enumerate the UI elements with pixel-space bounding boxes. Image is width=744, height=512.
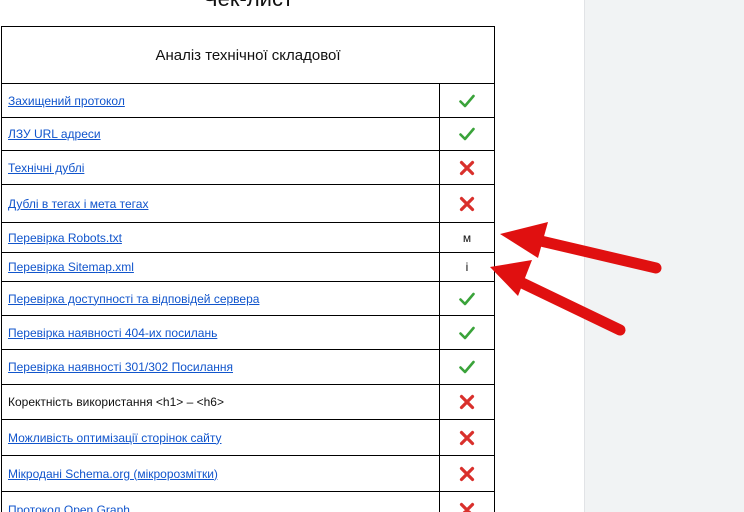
- document-page: Чек-лист Аналіз технічної складової Захи…: [0, 0, 744, 512]
- status-cell: [439, 150, 495, 185]
- checklist-item-link[interactable]: ЛЗУ URL адреси: [8, 127, 101, 141]
- table-row: Коректність використання <h1> – <h6>: [1, 384, 495, 420]
- cross-icon: [446, 430, 488, 446]
- checklist-item-link[interactable]: Перевірка Robots.txt: [8, 231, 122, 245]
- checklist-item-cell: Можливість оптимізації сторінок сайту: [1, 419, 440, 456]
- checklist-item-link[interactable]: Протокол Open Graph: [8, 503, 130, 512]
- checklist-item-link[interactable]: Перевірка Sitemap.xml: [8, 260, 134, 274]
- status-cell: [439, 184, 495, 223]
- table-row: ЛЗУ URL адреси: [1, 117, 495, 151]
- checklist-item-link[interactable]: Технічні дублі: [8, 161, 84, 175]
- cross-icon: [446, 160, 488, 176]
- checklist-item-cell: Перевірка наявності 301/302 Посилання: [1, 349, 440, 385]
- check-icon: [446, 360, 488, 374]
- status-text: і: [465, 260, 469, 274]
- table-row: Перевірка наявності 404-их посилань: [1, 315, 495, 350]
- table-row: Перевірка Sitemap.xml і: [1, 252, 495, 282]
- status-cell: [439, 281, 495, 316]
- checklist-item-cell: Технічні дублі: [1, 150, 440, 185]
- table-row: Захищений протокол: [1, 83, 495, 118]
- checklist-item-link[interactable]: Мікродані Schema.org (мікророзмітки): [8, 467, 218, 481]
- document-title: Чек-лист: [0, 0, 496, 12]
- checklist-item-link[interactable]: Перевірка доступності та відповідей серв…: [8, 292, 259, 306]
- status-cell: [439, 455, 495, 492]
- cross-icon: [446, 394, 488, 410]
- checklist-item-cell: ЛЗУ URL адреси: [1, 117, 440, 151]
- checklist-item-cell: Протокол Open Graph: [1, 491, 440, 512]
- status-cell: [439, 349, 495, 385]
- status-text: м: [462, 230, 472, 245]
- checklist-item-link[interactable]: Можливість оптимізації сторінок сайту: [8, 431, 221, 445]
- table-row: Протокол Open Graph: [1, 491, 495, 512]
- table-row: Дублі в тегах і мета тегах: [1, 184, 495, 223]
- check-icon: [446, 94, 488, 108]
- status-cell: [439, 117, 495, 151]
- side-panel: [584, 0, 744, 512]
- checklist-item-text: Коректність використання <h1> – <h6>: [8, 395, 224, 409]
- status-cell: [439, 419, 495, 456]
- checklist-item-cell: Перевірка доступності та відповідей серв…: [1, 281, 440, 316]
- checklist-item-cell: Перевірка Robots.txt: [1, 222, 440, 253]
- table-row: Перевірка Robots.txt м: [1, 222, 495, 253]
- checklist-item-link[interactable]: Перевірка наявності 404-их посилань: [8, 326, 217, 340]
- checklist-item-cell: Мікродані Schema.org (мікророзмітки): [1, 455, 440, 492]
- checklist-item-cell: Коректність використання <h1> – <h6>: [1, 384, 440, 420]
- checklist-item-link[interactable]: Перевірка наявності 301/302 Посилання: [8, 360, 233, 374]
- status-cell: [439, 491, 495, 512]
- table-row: Можливість оптимізації сторінок сайту: [1, 419, 495, 456]
- checklist-table: Аналіз технічної складової Захищений про…: [1, 26, 495, 512]
- checklist-item-link[interactable]: Дублі в тегах і мета тегах: [8, 197, 148, 211]
- table-row: Технічні дублі: [1, 150, 495, 185]
- status-cell: і: [439, 252, 495, 282]
- check-icon: [446, 127, 488, 141]
- status-cell: [439, 384, 495, 420]
- table-row: Перевірка доступності та відповідей серв…: [1, 281, 495, 316]
- check-icon: [446, 326, 488, 340]
- table-row: Мікродані Schema.org (мікророзмітки): [1, 455, 495, 492]
- status-cell: м: [439, 222, 495, 253]
- check-icon: [446, 292, 488, 306]
- cross-icon: [446, 196, 488, 212]
- checklist-item-cell: Дублі в тегах і мета тегах: [1, 184, 440, 223]
- status-cell: [439, 315, 495, 350]
- checklist-item-link[interactable]: Захищений протокол: [8, 94, 125, 108]
- checklist-rows: Захищений протокол ЛЗУ URL адреси Технічні…: [1, 83, 495, 512]
- table-row: Перевірка наявності 301/302 Посилання: [1, 349, 495, 385]
- table-header: Аналіз технічної складової: [1, 26, 495, 84]
- cross-icon: [446, 466, 488, 482]
- checklist-item-cell: Перевірка Sitemap.xml: [1, 252, 440, 282]
- checklist-item-cell: Захищений протокол: [1, 83, 440, 118]
- status-cell: [439, 83, 495, 118]
- checklist-item-cell: Перевірка наявності 404-их посилань: [1, 315, 440, 350]
- cross-icon: [446, 502, 488, 512]
